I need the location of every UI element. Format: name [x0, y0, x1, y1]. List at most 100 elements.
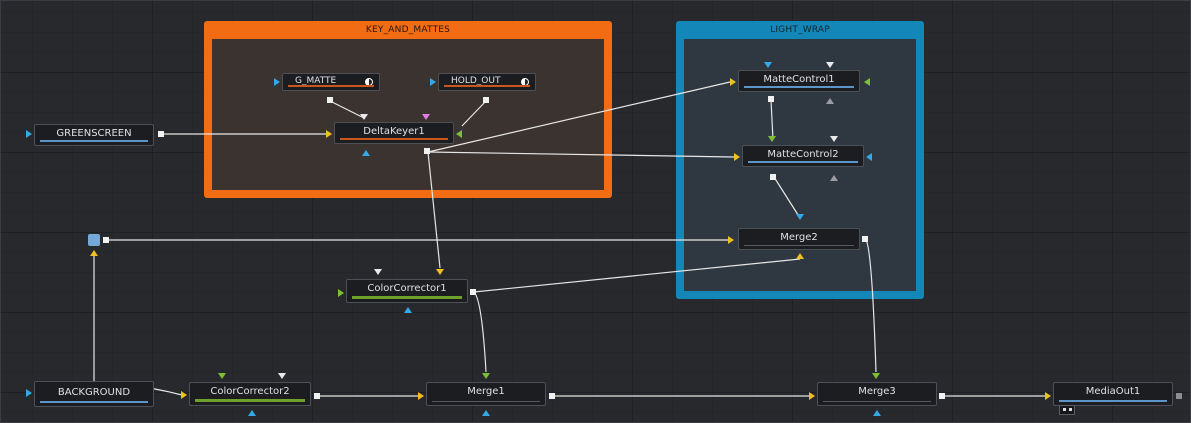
background-input-icon[interactable]	[418, 392, 424, 400]
input-port-icon[interactable]	[830, 136, 838, 142]
input-port-icon[interactable]	[218, 373, 226, 379]
node-label: DeltaKeyer1	[363, 126, 425, 137]
output-port[interactable]	[483, 97, 489, 103]
input-port-icon[interactable]	[826, 62, 834, 68]
node-colorcorrector2[interactable]: ColorCorrector2	[189, 382, 311, 406]
wire-mattecontrol2-to-merge2	[773, 176, 801, 219]
wire-merge2-to-merge3	[865, 239, 877, 373]
input-port-icon[interactable]	[436, 269, 444, 275]
input-port-icon[interactable]	[764, 62, 772, 68]
node-mattecontrol1[interactable]: MatteControl1	[738, 70, 860, 92]
wire-holdout-to-deltakeyer	[461, 100, 487, 127]
foreground-input-icon[interactable]	[482, 373, 490, 379]
output-port[interactable]	[327, 97, 333, 103]
input-port-icon[interactable]	[26, 389, 32, 397]
mask-input-icon[interactable]	[873, 410, 881, 416]
node-mediaout1[interactable]: MediaOut1	[1053, 382, 1173, 406]
mask-input-icon[interactable]	[826, 98, 834, 104]
node-merge1[interactable]: Merge1	[426, 382, 546, 406]
node-label: BACKGROUND	[57, 387, 131, 398]
input-port-icon[interactable]	[274, 78, 280, 86]
node-label: GREENSCREEN	[56, 128, 132, 139]
node-status-bar	[444, 85, 530, 87]
node-deltakeyer1[interactable]: DeltaKeyer1	[334, 122, 454, 144]
node-g-matte[interactable]: G_MATTE	[282, 73, 380, 91]
output-port[interactable]	[862, 236, 868, 242]
connection-wires	[93, 81, 1046, 397]
foreground-input-icon[interactable]	[872, 373, 880, 379]
node-label: Merge1	[467, 386, 505, 397]
node-editor-canvas[interactable]: KEY_AND_MATTES LIGHT_WRAP GREENSCREEN G_…	[0, 0, 1191, 423]
router-input-icon[interactable]	[90, 250, 98, 256]
input-port-icon[interactable]	[278, 373, 286, 379]
input-port-icon[interactable]	[338, 289, 344, 297]
output-port[interactable]	[768, 96, 774, 102]
mask-input-icon[interactable]	[362, 150, 370, 156]
node-label: ColorCorrector1	[367, 283, 447, 294]
input-port-icon[interactable]	[26, 130, 32, 138]
background-input-icon[interactable]	[181, 391, 187, 399]
node-merge3[interactable]: Merge3	[817, 382, 937, 406]
viewer-dot-right	[1069, 408, 1072, 411]
output-port[interactable]	[549, 393, 555, 399]
background-input-icon[interactable]	[809, 392, 815, 400]
node-status-bar	[748, 161, 858, 163]
viewer-dot-left	[1063, 408, 1066, 411]
output-port[interactable]	[424, 148, 430, 154]
node-status-bar	[744, 245, 854, 246]
output-port[interactable]	[314, 393, 320, 399]
background-input-icon[interactable]	[728, 236, 734, 244]
node-label: Merge3	[858, 386, 896, 397]
input-port-icon[interactable]	[768, 136, 776, 142]
output-port[interactable]	[103, 237, 109, 243]
node-status-bar	[1059, 400, 1167, 402]
node-background[interactable]: BACKGROUND	[34, 381, 154, 407]
output-port[interactable]	[158, 131, 164, 137]
output-port[interactable]	[470, 289, 476, 295]
node-status-bar	[823, 401, 931, 402]
node-status-bar	[352, 296, 462, 299]
node-merge2[interactable]: Merge2	[738, 228, 860, 250]
solid-matte-input-icon[interactable]	[456, 130, 462, 138]
foreground-input-icon[interactable]	[796, 214, 804, 220]
wire-colorcorrector1-to-merge1	[473, 291, 487, 373]
node-label: MatteControl1	[763, 74, 835, 85]
viewer-indicator-icon[interactable]	[1059, 405, 1075, 415]
foreground-input-icon[interactable]	[864, 78, 870, 86]
node-label: Merge2	[780, 232, 818, 243]
output-port[interactable]	[939, 393, 945, 399]
foreground-input-icon[interactable]	[866, 153, 872, 161]
node-status-bar	[288, 85, 374, 87]
background-input-icon[interactable]	[326, 130, 332, 138]
garbage-matte-input-icon[interactable]	[360, 114, 368, 120]
mask-input-icon[interactable]	[248, 410, 256, 416]
pipe-router[interactable]	[88, 234, 100, 246]
output-port[interactable]	[1176, 393, 1182, 399]
node-status-bar	[340, 138, 448, 140]
wire-gmatte-to-deltakeyer	[329, 100, 365, 119]
node-label: MatteControl2	[767, 149, 839, 160]
mask-input-icon[interactable]	[482, 410, 490, 416]
node-label: MediaOut1	[1085, 386, 1141, 397]
node-label: ColorCorrector2	[210, 386, 290, 397]
output-port[interactable]	[770, 174, 776, 180]
wire-deltakeyer-to-colorcorrector1	[427, 151, 441, 269]
effect-mask-input-icon[interactable]	[796, 253, 804, 259]
node-status-bar	[195, 399, 305, 402]
node-status-bar	[40, 140, 148, 142]
effect-mask-input-icon[interactable]	[422, 114, 430, 120]
mask-input-icon[interactable]	[830, 175, 838, 181]
node-mattecontrol2[interactable]: MatteControl2	[742, 145, 864, 167]
wire-mattecontrol1-to-mattecontrol2	[770, 99, 774, 141]
background-input-icon[interactable]	[734, 153, 740, 161]
wire-colorcorrector1-to-merge2	[473, 258, 801, 293]
node-colorcorrector1[interactable]: ColorCorrector1	[346, 279, 468, 303]
background-input-icon[interactable]	[730, 78, 736, 86]
input-port-icon[interactable]	[1045, 392, 1051, 400]
wire-deltakeyer-to-mattecontrol2	[427, 151, 735, 158]
node-greenscreen[interactable]: GREENSCREEN	[34, 124, 154, 146]
input-port-icon[interactable]	[374, 269, 382, 275]
node-hold-out[interactable]: HOLD_OUT	[438, 73, 536, 91]
mask-input-icon[interactable]	[404, 307, 412, 313]
input-port-icon[interactable]	[430, 78, 436, 86]
